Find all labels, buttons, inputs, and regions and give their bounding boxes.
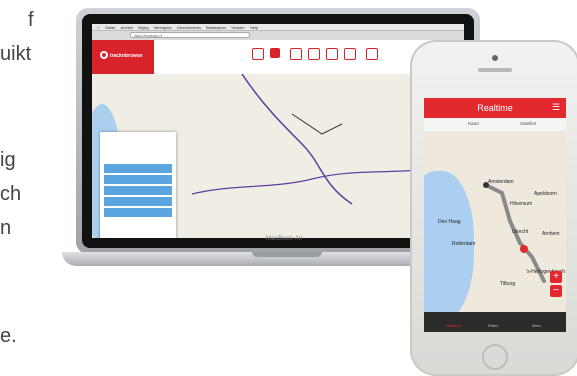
alert-icon[interactable] (344, 48, 356, 60)
side-text-line-3: ig (0, 149, 16, 171)
city-label: Arnhem (542, 231, 560, 237)
city-label: Utrecht (512, 229, 529, 235)
phone-screen: Realtime ☰ Kaart Satelliet Amsterdam Den… (424, 98, 566, 332)
side-text-line-6: e. (0, 325, 17, 347)
tabbar-realtime[interactable]: Realtime (446, 323, 462, 328)
phone-app-header: Realtime ☰ (424, 98, 566, 118)
menu-item-archief[interactable]: Archief (120, 25, 132, 30)
app-logo[interactable]: tracknbrowse (92, 40, 154, 74)
menu-item-geschiedenis[interactable]: Geschiedenis (177, 25, 201, 30)
document-icon[interactable] (308, 48, 320, 60)
url-field[interactable]: https://bootlogic.nl (130, 32, 250, 38)
menu-icon[interactable]: ☰ (552, 103, 560, 112)
menu-apple-icon[interactable]:  (97, 25, 100, 30)
power-icon (100, 51, 108, 59)
app-header: tracknbrowse (92, 40, 464, 75)
laptop-notch (252, 252, 322, 257)
menu-item-wijzig[interactable]: Wijzig (138, 25, 149, 30)
side-text-line-2: uikt (0, 43, 32, 65)
city-label: Hilversum (510, 201, 533, 207)
menu-item-bladwijzers[interactable]: Bladwijzers (206, 25, 226, 30)
speedometer-icon[interactable] (252, 48, 264, 60)
tabbar-ritten[interactable]: Ritten (488, 323, 498, 328)
tabbar-meer[interactable]: Meer (532, 323, 541, 328)
phone-speaker (478, 68, 512, 72)
front-camera (492, 55, 498, 61)
settings-icon[interactable] (326, 48, 338, 60)
laptop-brand: MacBook Air (266, 236, 303, 242)
phone: Realtime ☰ Kaart Satelliet Amsterdam Den… (410, 40, 577, 376)
phone-map[interactable]: Amsterdam Den Haag Rotterdam Hilversum U… (424, 131, 566, 321)
menu-item-weergave[interactable]: Weergave (154, 25, 172, 30)
laptop-map[interactable] (92, 74, 464, 238)
zoom-out-button[interactable]: − (550, 285, 562, 297)
phone-page-title: Realtime (477, 103, 513, 113)
menu-item-venster[interactable]: Venster (231, 25, 245, 30)
home-button[interactable] (482, 344, 508, 370)
laptop-screen:  Safari Archief Wijzig Weergave Geschie… (92, 24, 464, 238)
zoom-in-button[interactable]: + (550, 271, 562, 283)
city-label: Den Haag (438, 219, 461, 225)
trip-row[interactable] (104, 164, 172, 173)
city-label: Apeldoorn (534, 191, 557, 197)
menu-item-safari[interactable]: Safari (105, 25, 115, 30)
trip-panel[interactable] (100, 132, 176, 238)
location-pin-icon[interactable] (270, 48, 280, 58)
route-icon[interactable] (290, 48, 302, 60)
menu-item-help[interactable]: Help (250, 25, 258, 30)
trip-row[interactable] (104, 186, 172, 195)
os-menubar:  Safari Archief Wijzig Weergave Geschie… (92, 24, 464, 31)
city-label: Tilburg (500, 281, 516, 287)
tab-satelliet[interactable]: Satelliet (520, 121, 536, 126)
app-logo-text: tracknbrowse (110, 53, 143, 59)
trip-row[interactable] (104, 197, 172, 206)
logout-icon[interactable] (366, 48, 378, 60)
tab-kaart[interactable]: Kaart (468, 121, 479, 126)
map-type-tabs: Kaart Satelliet (424, 118, 566, 132)
city-label: Rotterdam (452, 241, 476, 247)
city-label: Amsterdam (488, 179, 514, 185)
phone-tab-bar: Realtime Ritten Meer (424, 312, 566, 332)
side-text-line-1: f (28, 9, 34, 31)
trip-row[interactable] (104, 175, 172, 184)
side-text-line-4: ch (0, 183, 22, 205)
side-text-line-5: n (0, 217, 12, 239)
trip-row[interactable] (104, 208, 172, 217)
